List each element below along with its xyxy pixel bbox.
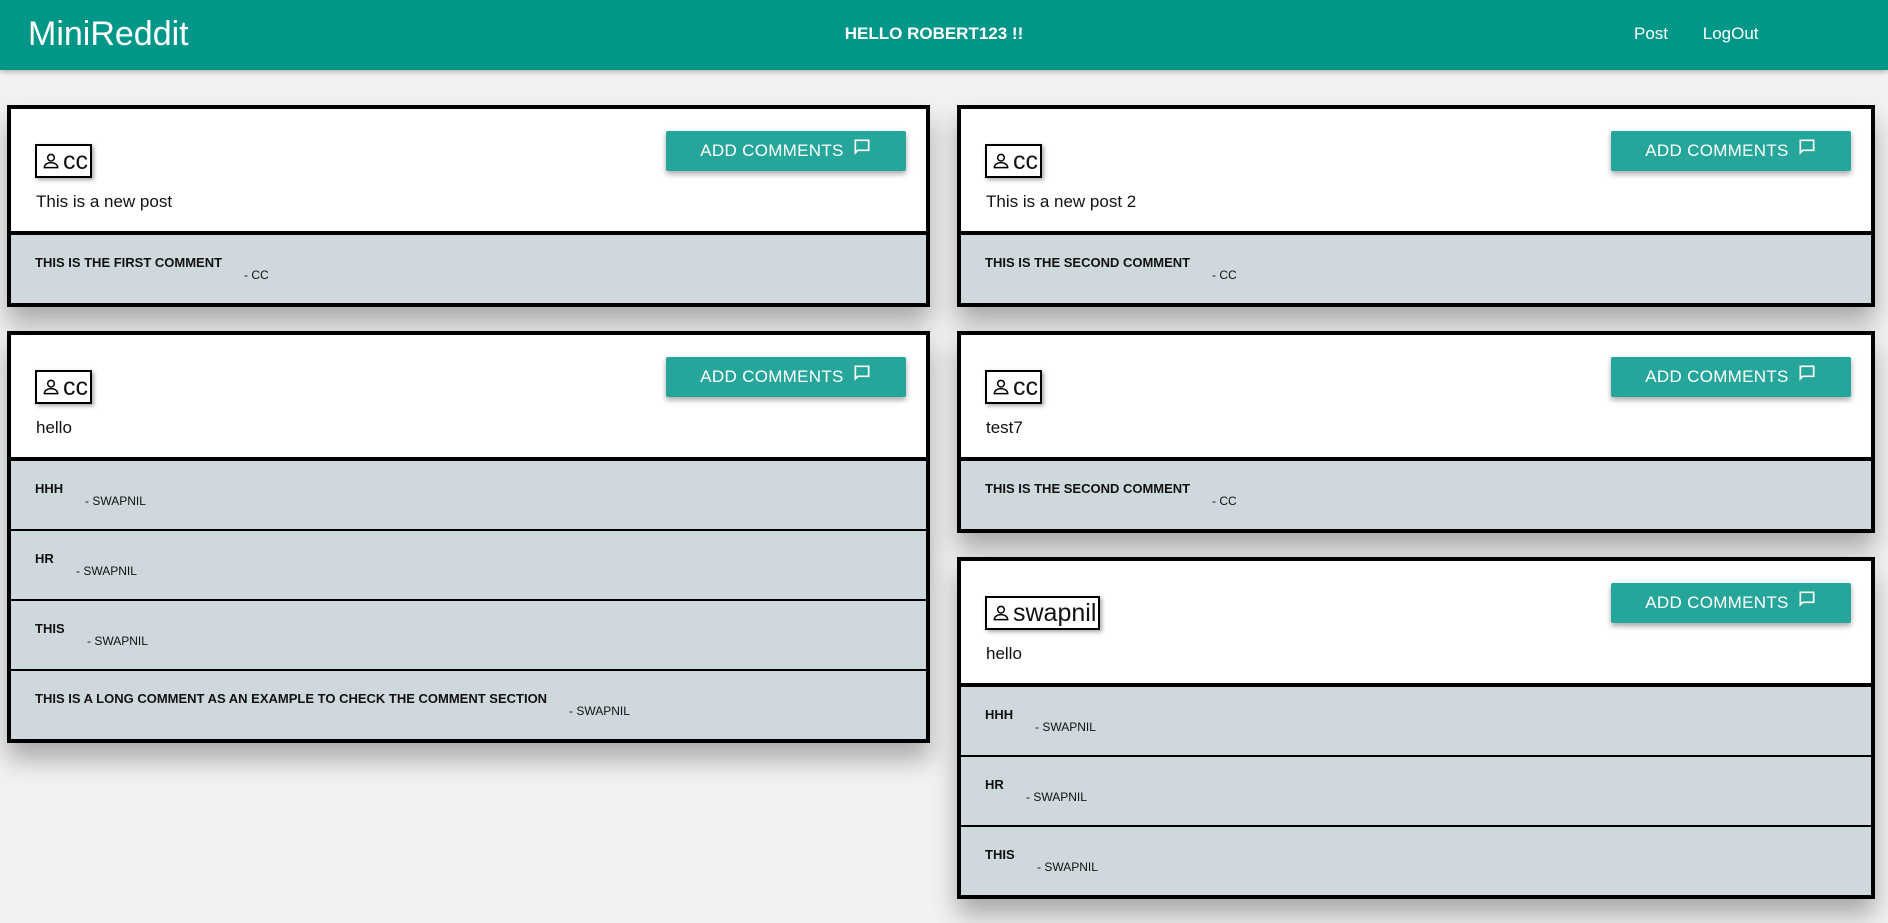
comment-text: hhh: [985, 707, 1014, 722]
post-card: cc This is a new post 2 ADD COMMENTS This i…: [957, 105, 1875, 307]
add-comments-label: ADD COMMENTS: [1645, 367, 1789, 386]
comment-text: This is the second comment: [985, 255, 1191, 270]
add-comments-button[interactable]: ADD COMMENTS: [666, 131, 906, 171]
comment-author: - swapnil: [1037, 860, 1098, 874]
post-header: cc This is a new post 2 ADD COMMENTS: [961, 109, 1871, 233]
post-author-chip: cc: [35, 370, 92, 404]
comment-author: - swapnil: [1026, 790, 1087, 804]
comment-author: - swapnil: [76, 564, 137, 578]
navbar: MiniReddit HELLO ROBERT123 !! Post LogOu…: [0, 0, 1888, 70]
post-author-name: cc: [1013, 373, 1038, 401]
add-comments-button[interactable]: ADD COMMENTS: [1611, 131, 1851, 171]
post-author-name: swapnil: [1013, 599, 1097, 627]
person-icon: [41, 151, 63, 171]
comment-text: hhh: [35, 481, 64, 496]
add-comments-button[interactable]: ADD COMMENTS: [666, 357, 906, 397]
add-comments-label: ADD COMMENTS: [1645, 593, 1789, 612]
posts-column-right: cc This is a new post 2 ADD COMMENTS This i…: [957, 105, 1875, 923]
comment-author: - swapnil: [87, 634, 148, 648]
comment-bubble-icon: [844, 139, 872, 162]
comment-bubble-icon: [844, 365, 872, 388]
post-card: swapnil hello ADD COMMENTS hhh - swapnil hr - …: [957, 557, 1875, 899]
comment-text: This is the first comment: [35, 255, 223, 270]
post-author-name: cc: [63, 373, 88, 401]
post-header: cc This is a new post ADD COMMENTS: [11, 109, 926, 233]
comment-row: hr - swapnil: [961, 755, 1871, 825]
comment-row: This is the first comment - cc: [11, 233, 926, 303]
post-author-name: cc: [63, 147, 88, 175]
comment-row: this - swapnil: [11, 599, 926, 669]
user-greeting: HELLO ROBERT123 !!: [844, 24, 1024, 43]
post-text: This is a new post: [36, 192, 173, 211]
post-card: cc test7 ADD COMMENTS This is the second co…: [957, 331, 1875, 533]
comment-row: hhh - swapnil: [11, 459, 926, 529]
comment-text: this is a long comment as an example to …: [35, 691, 548, 706]
comment-text: this: [985, 847, 1015, 862]
nav-links: Post LogOut: [1634, 24, 1789, 44]
comment-author: - cc: [1212, 494, 1237, 508]
post-text: This is a new post 2: [986, 192, 1137, 211]
comment-author: - cc: [1212, 268, 1237, 282]
post-author-chip: swapnil: [985, 596, 1101, 630]
comment-row: hr - swapnil: [11, 529, 926, 599]
post-text: hello: [36, 418, 72, 437]
comment-author: - cc: [244, 268, 269, 282]
comment-author: - swapnil: [85, 494, 146, 508]
person-icon: [991, 151, 1013, 171]
comment-text: hr: [985, 777, 1004, 792]
comment-author: - swapnil: [1035, 720, 1096, 734]
add-comments-button[interactable]: ADD COMMENTS: [1611, 583, 1851, 623]
add-comments-button[interactable]: ADD COMMENTS: [1611, 357, 1851, 397]
post-header: cc test7 ADD COMMENTS: [961, 335, 1871, 459]
add-comments-label: ADD COMMENTS: [1645, 141, 1789, 160]
post-author-chip: cc: [35, 144, 92, 178]
comment-bubble-icon: [1789, 365, 1817, 388]
post-text: hello: [986, 644, 1022, 663]
post-card: cc hello ADD COMMENTS hhh - swapnil hr - swapn…: [7, 331, 930, 743]
post-author-chip: cc: [985, 370, 1042, 404]
person-icon: [991, 377, 1013, 397]
post-author-chip: cc: [985, 144, 1042, 178]
post-header: cc hello ADD COMMENTS: [11, 335, 926, 459]
comment-row: this is a long comment as an example to …: [11, 669, 926, 739]
comment-text: this: [35, 621, 65, 636]
comment-row: This is the second comment - cc: [961, 233, 1871, 303]
person-icon: [41, 377, 63, 397]
comment-bubble-icon: [1789, 139, 1817, 162]
comment-text: hr: [35, 551, 54, 566]
comment-row: this - swapnil: [961, 825, 1871, 895]
comment-row: This is the second comment - cc: [961, 459, 1871, 529]
nav-post-link[interactable]: Post: [1634, 24, 1668, 43]
comment-author: - swapnil: [569, 704, 630, 718]
person-icon: [991, 603, 1013, 623]
add-comments-label: ADD COMMENTS: [700, 141, 844, 160]
post-card: cc This is a new post ADD COMMENTS This is …: [7, 105, 930, 307]
posts-column-left: cc This is a new post ADD COMMENTS This is …: [7, 105, 930, 767]
nav-logout-link[interactable]: LogOut: [1703, 24, 1759, 43]
post-author-name: cc: [1013, 147, 1038, 175]
post-header: swapnil hello ADD COMMENTS: [961, 561, 1871, 685]
comment-text: This is the second comment: [985, 481, 1191, 496]
post-text: test7: [986, 418, 1023, 437]
comment-row: hhh - swapnil: [961, 685, 1871, 755]
comment-bubble-icon: [1789, 591, 1817, 614]
add-comments-label: ADD COMMENTS: [700, 367, 844, 386]
